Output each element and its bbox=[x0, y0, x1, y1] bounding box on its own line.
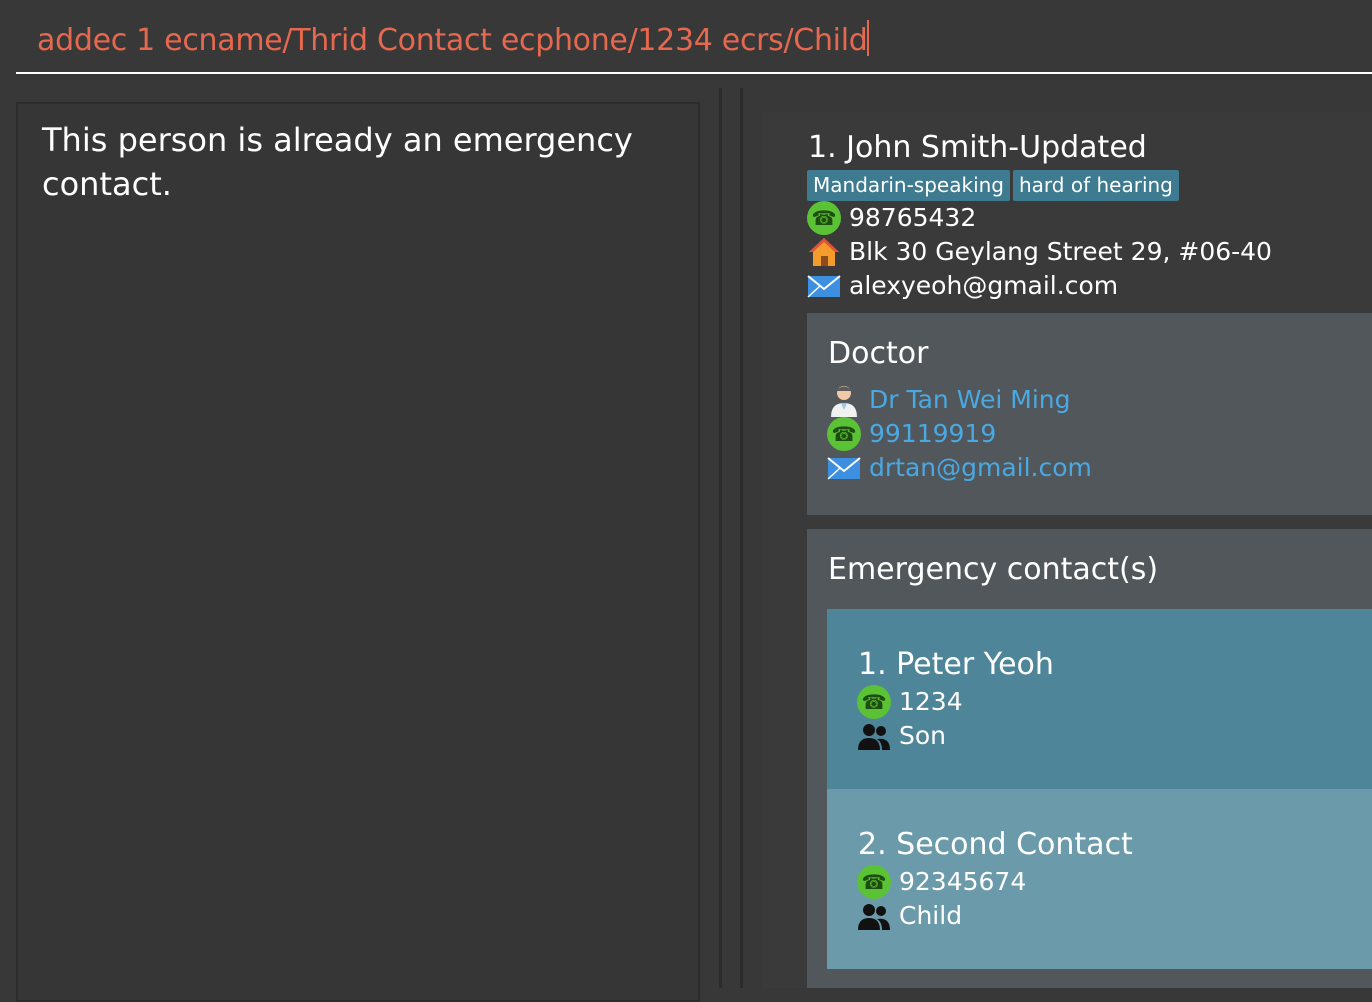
doctor-name[interactable]: Dr Tan Wei Ming bbox=[869, 384, 1070, 416]
envelope-icon bbox=[827, 457, 861, 480]
person-phone: 98765432 bbox=[849, 203, 977, 232]
command-input[interactable]: addec 1 ecname/Thrid Contact ecphone/123… bbox=[16, 0, 1372, 74]
text-caret bbox=[867, 20, 870, 56]
emergency-contact-phone: 1234 bbox=[899, 687, 963, 716]
doctor-title: Doctor bbox=[828, 336, 929, 371]
phone-icon bbox=[827, 417, 861, 451]
tag-hard-of-hearing: hard of hearing bbox=[1013, 170, 1179, 201]
phone-icon bbox=[857, 685, 891, 719]
result-message: This person is already an emergency cont… bbox=[42, 121, 633, 203]
people-icon bbox=[858, 904, 890, 930]
home-icon bbox=[809, 238, 839, 266]
doctor-icon bbox=[831, 386, 857, 417]
emergency-contact-phone: 92345674 bbox=[899, 867, 1027, 896]
phone-icon bbox=[807, 201, 841, 235]
emergency-contact-name: 1. Peter Yeoh bbox=[858, 647, 1054, 682]
person-email: alexyeoh@gmail.com bbox=[849, 271, 1119, 300]
emergency-contacts-title: Emergency contact(s) bbox=[828, 552, 1159, 587]
people-icon bbox=[858, 724, 890, 750]
phone-icon bbox=[857, 865, 891, 899]
command-value: addec 1 ecname/Thrid Contact ecphone/123… bbox=[37, 23, 868, 58]
emergency-contact-name: 2. Second Contact bbox=[858, 827, 1133, 862]
doctor-email[interactable]: drtan@gmail.com bbox=[869, 452, 1092, 484]
result-display[interactable]: This person is already an emergency cont… bbox=[16, 102, 700, 1002]
emergency-contact-relationship: Son bbox=[899, 721, 947, 750]
emergency-contact-relationship: Child bbox=[899, 901, 963, 930]
command-bar: addec 1 ecname/Thrid Contact ecphone/123… bbox=[0, 0, 1372, 86]
tag-mandarin-speaking: Mandarin-speaking bbox=[807, 170, 1010, 201]
person-name: 1. John Smith-Updated bbox=[808, 130, 1147, 165]
person-address: Blk 30 Geylang Street 29, #06-40 bbox=[849, 237, 1272, 266]
command-text: addec 1 ecname/Thrid Contact ecphone/123… bbox=[37, 20, 870, 58]
doctor-phone[interactable]: 99119919 bbox=[869, 418, 996, 450]
envelope-icon bbox=[807, 275, 841, 298]
